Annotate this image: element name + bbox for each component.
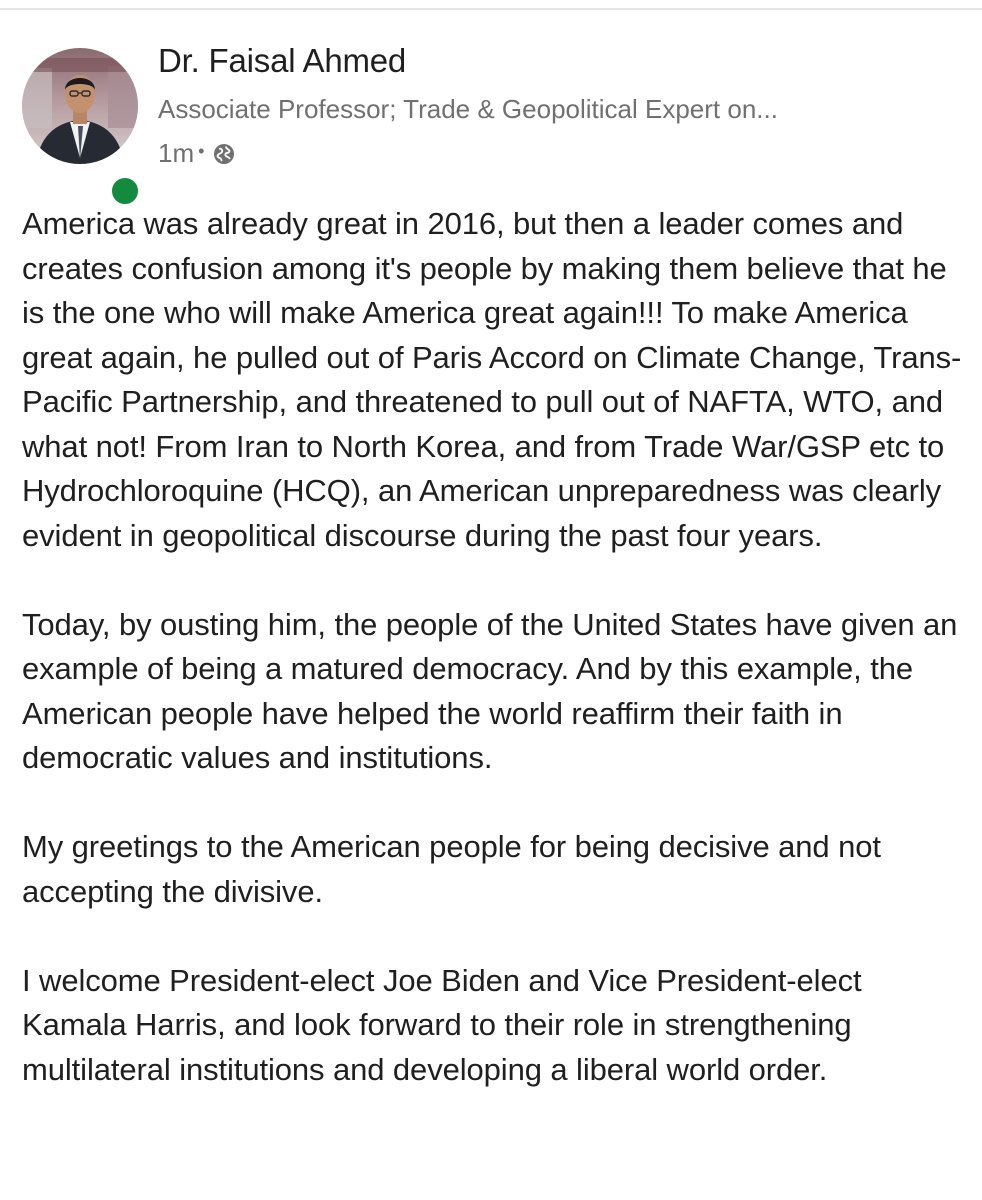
post-paragraph: America was already great in 2016, but t… bbox=[22, 206, 962, 553]
top-divider bbox=[0, 0, 982, 10]
post-paragraph: I welcome President-elect Joe Biden and … bbox=[22, 962, 862, 1087]
author-headline: Associate Professor; Trade & Geopolitica… bbox=[158, 94, 778, 124]
author-avatar-wrapper[interactable] bbox=[22, 48, 142, 208]
post-timestamp: 1m bbox=[158, 138, 195, 168]
post-meta: 1m • bbox=[158, 138, 236, 169]
author-name[interactable]: Dr. Faisal Ahmed bbox=[158, 42, 406, 80]
globe-icon bbox=[212, 142, 236, 166]
avatar-photo bbox=[22, 48, 138, 164]
post-paragraph: My greetings to the American people for … bbox=[22, 829, 881, 909]
avatar[interactable] bbox=[22, 48, 138, 164]
post-body: America was already great in 2016, but t… bbox=[22, 202, 962, 1092]
post-card: Dr. Faisal Ahmed Associate Professor; Tr… bbox=[0, 12, 982, 1200]
post-paragraph: Today, by ousting him, the people of the… bbox=[22, 606, 958, 776]
meta-separator: • bbox=[198, 141, 205, 161]
